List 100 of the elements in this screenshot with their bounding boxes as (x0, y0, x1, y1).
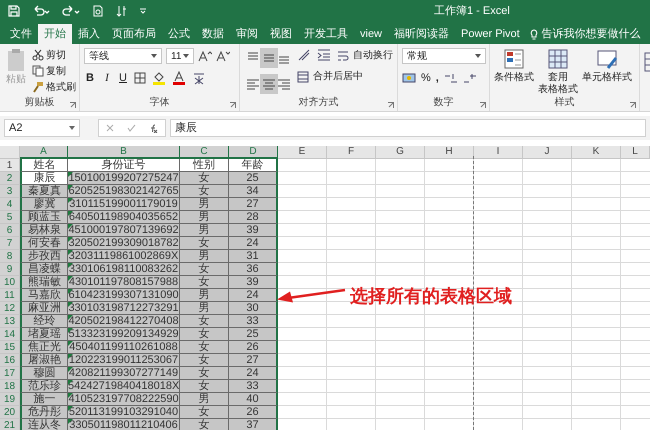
dialog-launcher-icon[interactable] (230, 102, 236, 108)
column-header[interactable]: H (425, 146, 474, 159)
table-cell: 女 (180, 328, 229, 341)
fill-color-icon[interactable] (152, 71, 166, 86)
percent-button[interactable]: % (421, 70, 431, 86)
row-header[interactable]: 19 (0, 393, 20, 406)
table-cell: 330103198712273291 (68, 302, 180, 315)
align-center-button[interactable] (260, 74, 278, 94)
dialog-launcher-icon[interactable] (480, 102, 486, 108)
orientation-icon[interactable] (297, 48, 311, 62)
customize-toolbar-icon[interactable] (140, 8, 146, 14)
table-cell: 450401199110261088 (68, 341, 180, 354)
merge-center-button[interactable]: 合并后居中 (297, 69, 393, 84)
row-header[interactable]: 15 (0, 341, 20, 354)
ribbon-tab[interactable]: 开始 (38, 24, 72, 44)
formula-input[interactable]: 康辰 (170, 119, 646, 137)
row-header[interactable]: 18 (0, 380, 20, 393)
table-cell: 女 (180, 263, 229, 276)
dialog-launcher-icon[interactable] (630, 102, 636, 108)
font-name-field[interactable]: 等线 (84, 48, 162, 64)
font-color-icon[interactable] (172, 71, 186, 86)
column-header[interactable]: A (20, 146, 68, 159)
table-cell: 26 (229, 341, 278, 354)
cut-button[interactable]: 剪切 (32, 48, 76, 62)
save-icon[interactable] (8, 5, 20, 17)
ribbon-tab[interactable]: 公式 (162, 24, 196, 44)
increase-font-icon[interactable] (198, 50, 212, 62)
dialog-launcher-icon[interactable] (70, 102, 76, 108)
undo-icon[interactable] (32, 5, 50, 17)
ribbon-tab[interactable]: 福昕阅读器 (388, 24, 456, 44)
increase-decimal-icon[interactable] (444, 72, 458, 84)
print-preview-icon[interactable] (92, 5, 104, 17)
column-header[interactable]: F (327, 146, 376, 159)
ribbon-tab[interactable]: 视图 (264, 24, 298, 44)
underline-button[interactable]: U (118, 70, 128, 86)
decrease-font-icon[interactable] (216, 50, 230, 62)
row-header[interactable]: 14 (0, 328, 20, 341)
conditional-format-icon (503, 48, 525, 70)
row-header[interactable]: 3 (0, 185, 20, 198)
column-header[interactable]: C (180, 146, 229, 159)
row-header[interactable]: 8 (0, 250, 20, 263)
ribbon-tab[interactable]: 插入 (72, 24, 106, 44)
row-header[interactable]: 1 (0, 159, 20, 172)
row-header[interactable]: 17 (0, 367, 20, 380)
ribbon-tab[interactable]: 页面布局 (106, 24, 162, 44)
column-header[interactable]: G (376, 146, 425, 159)
tell-me-field[interactable]: 告诉我你想要做什么 (530, 24, 641, 44)
column-header[interactable]: J (523, 146, 572, 159)
sort-icon[interactable] (116, 5, 128, 17)
table-cell: 女 (180, 276, 229, 289)
number-format-field[interactable]: 常规 (402, 48, 486, 64)
ribbon-tab[interactable]: Power Pivot (455, 24, 526, 44)
row-header[interactable]: 2 (0, 172, 20, 185)
bold-button[interactable]: B (84, 70, 96, 86)
dialog-launcher-icon[interactable] (388, 102, 394, 108)
copy-button[interactable]: 复制 (32, 64, 76, 78)
row-header[interactable]: 6 (0, 224, 20, 237)
italic-button[interactable]: I (102, 70, 112, 86)
row-header[interactable]: 4 (0, 198, 20, 211)
font-size-field[interactable]: 11 (166, 48, 194, 64)
row-header[interactable]: 7 (0, 237, 20, 250)
table-cell: 420502198412270408 (68, 315, 180, 328)
column-header[interactable]: E (278, 146, 327, 159)
format-painter-button[interactable]: 格式刷 (32, 80, 76, 94)
arrow (276, 287, 346, 303)
column-header[interactable]: I (474, 146, 523, 159)
redo-icon[interactable] (62, 5, 80, 17)
ribbon-tab[interactable]: 审阅 (230, 24, 264, 44)
row-header[interactable]: 13 (0, 315, 20, 328)
indent-icon[interactable] (317, 48, 331, 62)
format-as-table-button[interactable]: 套用 表格格式 (538, 48, 578, 97)
ribbon-tab[interactable]: 开发工具 (298, 24, 354, 44)
row-header[interactable]: 21 (0, 419, 20, 430)
phonetic-guide-icon[interactable] (192, 71, 206, 86)
name-box[interactable]: A2 (4, 119, 80, 137)
conditional-formatting-button[interactable]: 条件格式 (494, 48, 534, 97)
cell-styles-button[interactable]: 单元格样式 (582, 48, 632, 97)
wrap-text-button[interactable]: 自动换行 (337, 48, 393, 63)
ribbon-tab[interactable]: 文件 (4, 24, 38, 44)
row-header[interactable]: 9 (0, 263, 20, 276)
row-header[interactable]: 10 (0, 276, 20, 289)
ribbon-tab[interactable]: view (354, 24, 388, 44)
row-header[interactable]: 16 (0, 354, 20, 367)
group-label: 数字 (434, 97, 454, 110)
decrease-decimal-icon[interactable] (462, 72, 477, 84)
row-header[interactable]: 5 (0, 211, 20, 224)
borders-icon[interactable] (134, 72, 146, 84)
column-header[interactable]: B (68, 146, 180, 159)
currency-icon[interactable] (402, 72, 416, 84)
align-middle-button[interactable] (260, 48, 278, 68)
ribbon-tab[interactable]: 数据 (196, 24, 230, 44)
insert-function-icon[interactable] (149, 124, 158, 132)
row-header[interactable]: 12 (0, 302, 20, 315)
row-header[interactable]: 20 (0, 406, 20, 419)
column-header[interactable]: L (621, 146, 650, 159)
comma-button[interactable]: , (436, 70, 439, 86)
column-header[interactable]: D (229, 146, 278, 159)
row-header[interactable]: 11 (0, 289, 20, 302)
table-cell: 秦夏真 (20, 185, 68, 198)
column-header[interactable]: K (572, 146, 621, 159)
